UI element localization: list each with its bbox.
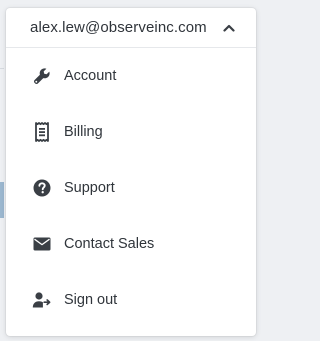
user-email: alex.lew@observeinc.com — [30, 19, 207, 36]
menu-item-label: Billing — [64, 124, 103, 140]
envelope-icon — [32, 234, 52, 254]
user-menu-header[interactable]: alex.lew@observeinc.com — [6, 8, 256, 48]
menu-item-label: Sign out — [64, 292, 118, 308]
chevron-up-icon[interactable] — [222, 21, 236, 35]
user-menu-dropdown: alex.lew@observeinc.com Account Billing … — [6, 8, 256, 336]
wrench-icon — [32, 66, 52, 86]
menu-item-label: Account — [64, 68, 117, 84]
menu-item-label: Contact Sales — [64, 236, 155, 252]
sign-out-icon — [32, 290, 52, 310]
menu-item-support[interactable]: Support — [6, 160, 256, 216]
menu-item-account[interactable]: Account — [6, 48, 256, 104]
background-divider — [0, 68, 4, 69]
menu-item-billing[interactable]: Billing — [6, 104, 256, 160]
user-menu-list: Account Billing Support Contact Sales Si… — [6, 48, 256, 328]
question-circle-icon — [32, 178, 52, 198]
menu-item-contact-sales[interactable]: Contact Sales — [6, 216, 256, 272]
background-input-edge — [0, 182, 4, 218]
menu-item-sign-out[interactable]: Sign out — [6, 272, 256, 328]
menu-item-label: Support — [64, 180, 115, 196]
receipt-icon — [32, 122, 52, 142]
